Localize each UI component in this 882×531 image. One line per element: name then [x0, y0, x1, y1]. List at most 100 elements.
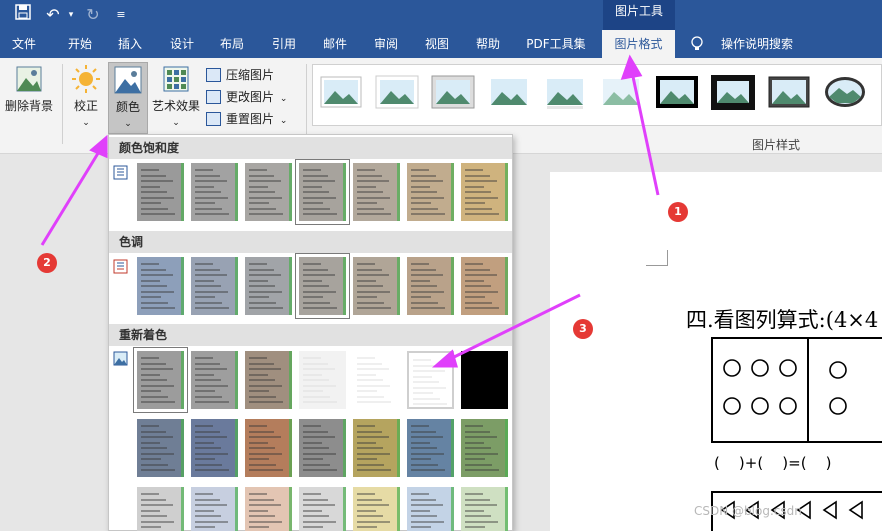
tone-section-header: 色调 [109, 231, 512, 253]
document-page[interactable]: 四.看图列算式:(4×4 ( )+( )=( ) [550, 172, 882, 531]
recolor-thumbnail[interactable] [191, 351, 238, 409]
redo-icon[interactable]: ↻ [82, 4, 104, 26]
save-icon[interactable] [12, 4, 34, 26]
recolor-thumbnail[interactable] [191, 419, 238, 477]
picture-style-thumb[interactable] [375, 75, 419, 111]
tone-thumbnail[interactable] [295, 253, 350, 319]
saturation-thumbnail[interactable] [137, 163, 184, 221]
recolor-thumbnail[interactable] [407, 419, 454, 477]
corrections-button[interactable]: 校正 ⌄ [66, 64, 106, 134]
recolor-thumbnail[interactable] [299, 487, 346, 531]
worksheet-heading: 四.看图列算式:(4×4 [686, 308, 879, 332]
compress-pictures-button[interactable]: 压缩图片 [204, 64, 304, 86]
saturation-thumbnail[interactable] [295, 159, 350, 225]
picture-styles-group-label: 图片样式 [752, 138, 801, 152]
recolor-thumbnail[interactable] [245, 351, 292, 409]
color-label: 颜色 [115, 100, 140, 114]
tab-layout[interactable]: 布局 [208, 30, 256, 58]
saturation-thumbnail[interactable] [407, 163, 454, 221]
picture-style-thumb[interactable] [599, 75, 643, 111]
saturation-thumbnail[interactable] [353, 163, 400, 221]
chevron-down-icon: ⌄ [279, 116, 288, 126]
color-picture-icon [109, 65, 147, 98]
watermark-text: CSDN @blog.csdn [694, 504, 802, 518]
recolor-thumbnail[interactable] [191, 487, 238, 531]
color-button[interactable]: 颜色 ⌄ [108, 62, 148, 134]
tab-help[interactable]: 帮助 [464, 30, 512, 58]
remove-background-button[interactable]: 删除背景 [2, 64, 56, 124]
recolor-thumbnail[interactable] [407, 351, 454, 409]
reset-picture-button[interactable]: 重置图片 ⌄ [204, 108, 304, 130]
tab-references[interactable]: 引用 [260, 30, 308, 58]
recolor-thumbnail[interactable] [353, 419, 400, 477]
tab-review[interactable]: 审阅 [362, 30, 410, 58]
picture-style-thumb[interactable] [823, 75, 867, 111]
tab-picture-format[interactable]: 图片格式 [602, 30, 675, 58]
recolor-thumbnail[interactable] [461, 487, 508, 531]
compress-icon [206, 68, 221, 82]
tab-insert[interactable]: 插入 [106, 30, 154, 58]
tab-design[interactable]: 设计 [158, 30, 206, 58]
tab-mailings[interactable]: 邮件 [311, 30, 359, 58]
tone-thumbnail[interactable] [407, 257, 454, 315]
recolor-thumbnail[interactable] [245, 419, 292, 477]
recolor-thumbnail[interactable] [137, 487, 184, 531]
picture-style-thumb[interactable] [431, 75, 475, 111]
ribbon-tab-bar: 文件 开始 插入 设计 布局 引用 邮件 审阅 视图 帮助 PDF工具集 图片格… [0, 30, 882, 58]
tab-home[interactable]: 开始 [56, 30, 104, 58]
title-bar: ↶ ▾ ↻ ≡ 图片工具 [0, 0, 882, 30]
remove-background-icon [2, 64, 56, 97]
saturation-thumbnail[interactable] [191, 163, 238, 221]
recolor-thumbnail[interactable] [137, 419, 184, 477]
chevron-down-icon: ⌄ [279, 94, 288, 104]
chevron-down-icon: ⌄ [124, 119, 132, 129]
tell-me-search[interactable]: 操作说明搜索 [712, 30, 802, 58]
tone-thumbnail[interactable] [191, 257, 238, 315]
picture-style-thumb[interactable] [711, 75, 755, 111]
worksheet-image[interactable] [550, 172, 882, 531]
picture-styles-gallery[interactable] [312, 64, 882, 126]
recolor-thumbnail[interactable] [407, 487, 454, 531]
recolor-thumbnail[interactable] [299, 351, 346, 409]
picture-style-thumb[interactable] [767, 75, 811, 111]
corrections-label: 校正 [73, 99, 98, 113]
reset-picture-icon [206, 112, 221, 126]
saturation-section-header: 颜色饱和度 [109, 137, 512, 159]
color-dropdown-panel: 颜色饱和度 色调 重新着色 [108, 134, 513, 531]
tab-pdf-tools[interactable]: PDF工具集 [518, 30, 594, 58]
sun-icon [66, 64, 106, 97]
change-picture-icon [206, 90, 221, 104]
change-picture-button[interactable]: 更改图片 ⌄ [204, 86, 304, 108]
tone-thumbnail[interactable] [461, 257, 508, 315]
tab-file[interactable]: 文件 [0, 30, 48, 58]
recolor-thumbnail[interactable] [461, 419, 508, 477]
picture-style-thumb[interactable] [487, 75, 531, 111]
recolor-section-header: 重新着色 [109, 324, 512, 346]
recolor-thumbnail[interactable] [299, 419, 346, 477]
tone-thumbnail[interactable] [353, 257, 400, 315]
undo-dropdown-icon[interactable]: ▾ [60, 4, 82, 26]
artistic-effects-button[interactable]: 艺术效果 ⌄ [150, 64, 202, 134]
picture-style-thumb[interactable] [543, 75, 587, 111]
recolor-thumbnail[interactable] [461, 351, 508, 409]
saturation-thumbnail[interactable] [461, 163, 508, 221]
picture-style-thumb[interactable] [655, 75, 699, 111]
customize-qat-icon[interactable]: ≡ [110, 4, 132, 26]
change-picture-label: 更改图片 [226, 90, 275, 104]
tab-view[interactable]: 视图 [413, 30, 461, 58]
recolor-thumbnail[interactable] [353, 351, 400, 409]
annotation-badge-2: 2 [37, 253, 57, 273]
tone-thumbnail[interactable] [137, 257, 184, 315]
saturation-thumbnail[interactable] [245, 163, 292, 221]
remove-background-label: 删除背景 [4, 99, 53, 113]
tone-thumbnail[interactable] [245, 257, 292, 315]
chevron-down-icon: ⌄ [82, 118, 90, 128]
picture-tools-context-title: 图片工具 [603, 0, 675, 30]
recolor-thumbnail[interactable] [245, 487, 292, 531]
picture-style-thumb[interactable] [319, 75, 363, 111]
recolor-thumbnail[interactable] [353, 487, 400, 531]
recolor-thumbnail[interactable] [133, 347, 188, 413]
recolor-picture-icon [113, 351, 128, 366]
compress-label: 压缩图片 [226, 68, 275, 82]
annotation-badge-1: 1 [668, 202, 688, 222]
